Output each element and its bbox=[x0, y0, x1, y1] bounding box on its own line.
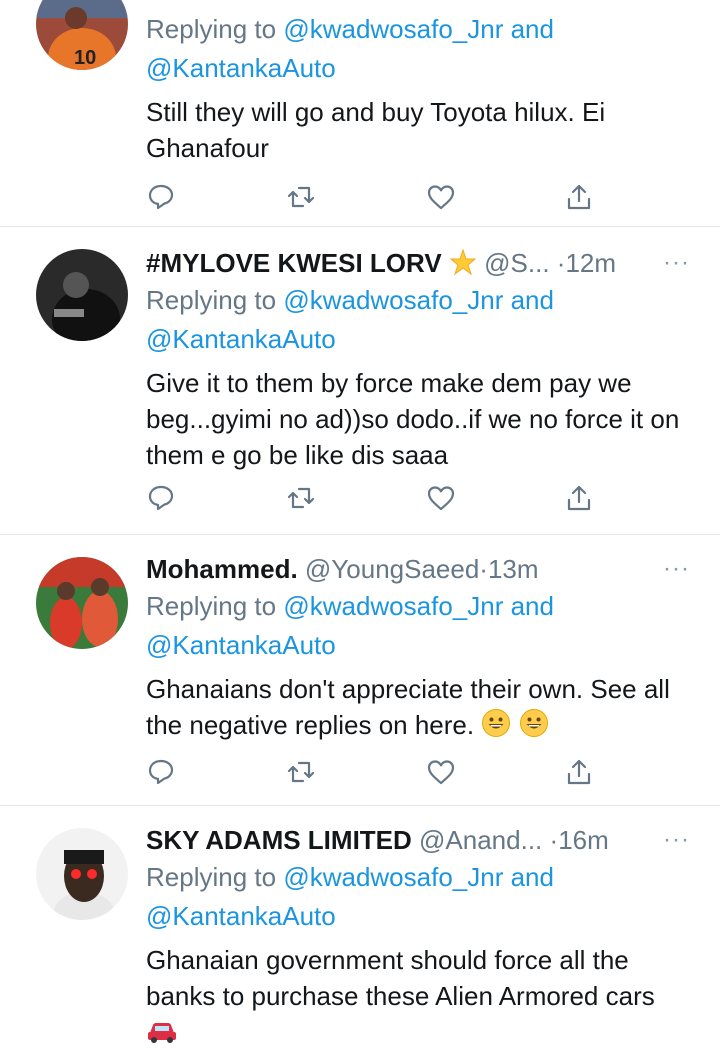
mention-link[interactable]: @KantankaAuto bbox=[146, 901, 336, 931]
replying-to: Replying to @kwadwosafo_Jnr and @Kantank… bbox=[146, 587, 690, 665]
replying-to: Replying to @kwadwosafo_Jnr and @Kantank… bbox=[146, 281, 690, 359]
mention-link[interactable]: @KantankaAuto bbox=[146, 53, 336, 83]
mention-link[interactable]: @kwadwosafo_Jnr bbox=[283, 14, 503, 44]
share-icon bbox=[567, 184, 591, 210]
more-options-icon[interactable]: ··· bbox=[663, 245, 690, 281]
tweet-header: #MYLOVE KWESI LORV @S... ·12m ··· bbox=[146, 245, 690, 281]
and-text: and bbox=[503, 14, 554, 44]
replying-prefix: Replying to bbox=[146, 862, 284, 892]
reply-button[interactable] bbox=[146, 182, 176, 212]
tweet-text: Still they will go and buy Toyota hilux.… bbox=[146, 97, 606, 163]
avatar[interactable] bbox=[36, 249, 128, 341]
share-button[interactable] bbox=[564, 757, 594, 787]
share-icon bbox=[567, 485, 591, 511]
share-button[interactable] bbox=[564, 182, 594, 212]
replying-to: Replying to @kwadwosafo_Jnr and @Kantank… bbox=[146, 10, 690, 88]
retweet-icon bbox=[287, 761, 315, 783]
timestamp[interactable]: 13m bbox=[488, 554, 539, 584]
retweet-icon bbox=[287, 186, 315, 208]
timestamp[interactable]: 16m bbox=[558, 825, 609, 855]
retweet-button[interactable] bbox=[286, 483, 316, 513]
like-icon bbox=[427, 760, 455, 785]
handle[interactable]: @S... bbox=[484, 248, 549, 278]
tweet-header: Mohammed. @YoungSaeed·13m ··· bbox=[146, 551, 690, 587]
display-name[interactable]: Mohammed. bbox=[146, 554, 298, 584]
more-options-icon[interactable]: ··· bbox=[663, 822, 690, 858]
glowing-star-icon bbox=[449, 248, 477, 285]
display-name[interactable]: #MYLOVE KWESI LORV bbox=[146, 248, 442, 278]
mention-link[interactable]: @KantankaAuto bbox=[146, 324, 336, 354]
avatar[interactable] bbox=[36, 557, 128, 649]
and-text: and bbox=[503, 862, 554, 892]
handle[interactable]: @Anand... bbox=[419, 825, 542, 855]
grinning-face-icon bbox=[519, 708, 549, 747]
car-icon bbox=[146, 1017, 178, 1054]
like-button[interactable] bbox=[426, 757, 456, 787]
retweet-button[interactable] bbox=[286, 757, 316, 787]
mention-link[interactable]: @kwadwosafo_Jnr bbox=[283, 862, 503, 892]
mention-link[interactable]: @kwadwosafo_Jnr bbox=[283, 285, 503, 315]
replying-to: Replying to @kwadwosafo_Jnr and @Kantank… bbox=[146, 858, 690, 936]
divider bbox=[0, 534, 720, 535]
replying-prefix: Replying to bbox=[146, 591, 284, 621]
replying-prefix: Replying to bbox=[146, 285, 284, 315]
like-icon bbox=[427, 185, 455, 210]
divider bbox=[0, 805, 720, 806]
retweet-icon bbox=[287, 487, 315, 509]
mention-link[interactable]: @KantankaAuto bbox=[146, 630, 336, 660]
share-icon bbox=[567, 759, 591, 785]
timestamp[interactable]: 12m bbox=[565, 248, 616, 278]
and-text: and bbox=[503, 285, 554, 315]
reply-icon bbox=[148, 184, 174, 210]
mention-link[interactable]: @kwadwosafo_Jnr bbox=[283, 591, 503, 621]
separator-dot: · bbox=[549, 825, 559, 855]
handle[interactable]: @YoungSaeed bbox=[305, 554, 479, 584]
reply-icon bbox=[148, 759, 174, 785]
tweet-text-body: Ghanaians don't appreciate their own. Se… bbox=[146, 674, 670, 740]
tweet-header: SKY ADAMS LIMITED @Anand... ·16m ··· bbox=[146, 822, 690, 858]
more-options-icon[interactable]: ··· bbox=[663, 551, 690, 587]
separator-dot: · bbox=[479, 554, 488, 584]
divider bbox=[0, 226, 720, 227]
reply-button[interactable] bbox=[146, 483, 176, 513]
reply-button[interactable] bbox=[146, 757, 176, 787]
tweet-text: Ghanaian government should force all the… bbox=[146, 942, 681, 1054]
like-button[interactable] bbox=[426, 182, 456, 212]
like-button[interactable] bbox=[426, 483, 456, 513]
like-icon bbox=[427, 486, 455, 511]
share-button[interactable] bbox=[564, 483, 594, 513]
retweet-button[interactable] bbox=[286, 182, 316, 212]
tweet-actions bbox=[146, 182, 591, 212]
tweet-text-body: Ghanaian government should force all the… bbox=[146, 945, 655, 1011]
replying-prefix: Replying to bbox=[146, 14, 284, 44]
tweet-actions bbox=[146, 757, 591, 787]
tweet-actions bbox=[146, 483, 591, 513]
avatar[interactable] bbox=[36, 828, 128, 920]
svg-text:10: 10 bbox=[74, 47, 96, 69]
tweet-text: Give it to them by force make dem pay we… bbox=[146, 368, 680, 470]
reply-icon bbox=[148, 485, 174, 511]
avatar[interactable]: 10 bbox=[36, 0, 128, 70]
grinning-face-icon bbox=[481, 708, 511, 747]
display-name[interactable]: SKY ADAMS LIMITED bbox=[146, 825, 412, 855]
and-text: and bbox=[503, 591, 554, 621]
tweet-text: Ghanaians don't appreciate their own. Se… bbox=[146, 671, 686, 747]
